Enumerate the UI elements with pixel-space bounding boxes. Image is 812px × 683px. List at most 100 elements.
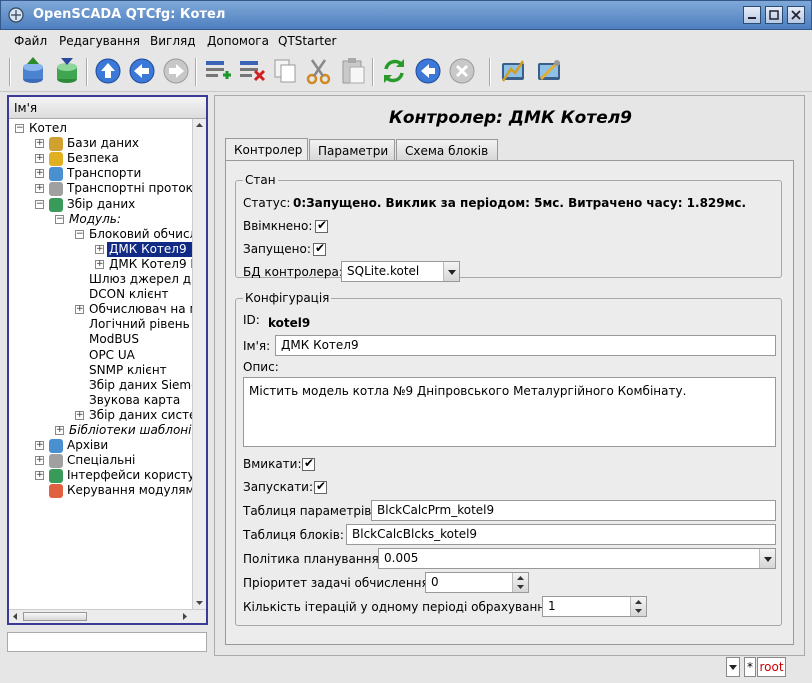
tree-item[interactable]: ModBUS	[87, 332, 192, 347]
expand-icon[interactable]: +	[55, 426, 64, 435]
expand-icon[interactable]: +	[75, 305, 84, 315]
tree-item[interactable]: + Збір даних системи	[75, 408, 206, 423]
priority-spinbox[interactable]: 0	[425, 572, 529, 593]
tree-item[interactable]: − Модуль:	[55, 212, 192, 227]
expand-icon[interactable]: +	[35, 154, 44, 164]
name-field[interactable]: ДМК Котел9	[275, 335, 776, 356]
tree-item[interactable]: −Блоковий обчислювач	[75, 227, 206, 242]
tree-item[interactable]: Шлюз джерел даних	[87, 272, 206, 287]
tree-item[interactable]: + Бази даних	[35, 136, 192, 152]
start-checkbox[interactable]	[314, 479, 327, 494]
menu-view[interactable]: Вигляд	[150, 34, 196, 48]
scroll-left-icon[interactable]	[9, 610, 21, 623]
collapse-icon[interactable]: −	[55, 214, 64, 224]
expand-icon[interactable]: +	[35, 184, 44, 194]
tree-item[interactable]: Логічний рівень	[87, 317, 192, 332]
tree-item[interactable]: SNMP клієнт	[87, 363, 192, 378]
tree-item[interactable]: + Безпека	[35, 151, 192, 167]
scroll-right-icon[interactable]	[179, 610, 191, 623]
tree-item[interactable]: + ДМК Котел9	[95, 241, 192, 257]
refresh-icon[interactable]	[378, 55, 410, 87]
maximize-button[interactable]	[765, 6, 783, 24]
tree-item-label: Логічний рівень	[89, 317, 190, 332]
expand-icon[interactable]: +	[35, 471, 44, 481]
start-icon[interactable]	[412, 55, 444, 87]
paste-icon[interactable]	[337, 55, 369, 87]
menu-file[interactable]: Файл	[14, 34, 47, 48]
chevron-down-icon[interactable]	[759, 549, 775, 568]
minimize-button[interactable]	[743, 6, 761, 24]
controller-db-select[interactable]: SQLite.kotel	[341, 261, 460, 282]
delete-item-icon[interactable]	[235, 55, 267, 87]
param-table-field[interactable]: BlckCalcPrm_kotel9	[371, 500, 776, 521]
tree-item[interactable]: − Збір даних	[35, 197, 192, 212]
running-checkbox[interactable]	[313, 241, 326, 256]
forward-icon[interactable]	[160, 55, 192, 87]
expand-icon[interactable]: +	[35, 169, 44, 179]
spin-arrows-icon[interactable]	[512, 573, 528, 592]
state-group: Стан Статус: 0:Запущено. Виклик за періо…	[235, 173, 782, 282]
status-options-button[interactable]	[726, 657, 740, 677]
tree-vertical-scrollbar[interactable]	[192, 119, 206, 609]
tree-item[interactable]: Керування модулями	[47, 483, 202, 499]
tool2-icon[interactable]	[533, 55, 565, 87]
scroll-down-icon[interactable]	[193, 597, 206, 609]
id-label: ID:	[243, 313, 260, 327]
enable-checkbox[interactable]	[302, 456, 315, 471]
tree-item[interactable]: Звукова карта	[87, 393, 192, 408]
priority-label: Пріоритет задачі обчислення:	[243, 576, 433, 590]
tree-item[interactable]: OPC UA	[87, 348, 192, 363]
tree-search-field[interactable]	[7, 632, 207, 652]
expand-icon[interactable]: +	[95, 259, 104, 269]
tree-item[interactable]: DCON клієнт	[87, 287, 192, 302]
collapse-icon[interactable]: −	[75, 229, 84, 239]
expand-icon[interactable]: +	[75, 410, 84, 420]
up-icon[interactable]	[92, 55, 124, 87]
back-icon[interactable]	[126, 55, 158, 87]
tree-item[interactable]: + Спеціальні	[35, 453, 192, 469]
chevron-down-icon[interactable]	[443, 262, 459, 281]
schedule-select[interactable]: 0.005	[378, 548, 776, 569]
tree-item[interactable]: − Котел	[15, 121, 192, 136]
close-button[interactable]	[787, 6, 805, 24]
spin-arrows-icon[interactable]	[630, 597, 646, 616]
enabled-checkbox[interactable]	[315, 218, 328, 233]
collapse-icon[interactable]: −	[35, 199, 44, 209]
block-table-field[interactable]: BlckCalcBlcks_kotel9	[346, 524, 776, 545]
copy-icon[interactable]	[269, 55, 301, 87]
collapse-icon[interactable]: −	[15, 124, 24, 133]
tree-horizontal-scrollbar[interactable]	[9, 609, 206, 623]
expand-icon[interactable]: +	[35, 456, 44, 466]
db-save-icon[interactable]	[51, 55, 83, 87]
tree-item[interactable]: Збір даних Siemens	[87, 378, 206, 393]
tree-item[interactable]: +ДМК Котел9 Контролер	[95, 257, 206, 272]
cut-icon[interactable]	[303, 55, 335, 87]
iterations-spinbox[interactable]: 1	[542, 596, 647, 617]
tree-item[interactable]: + Транспорти	[35, 166, 192, 182]
tree-item[interactable]: + Архіви	[35, 438, 192, 454]
tree-column-header[interactable]: Ім'я	[9, 97, 206, 119]
tool1-icon[interactable]	[497, 55, 529, 87]
tree-item[interactable]: + Бібліотеки шаблонів:	[55, 423, 203, 438]
tree-item[interactable]: + Інтерфейси користувача	[35, 468, 206, 484]
add-item-icon[interactable]	[201, 55, 233, 87]
menu-qtstarter[interactable]: QTStarter	[278, 34, 336, 48]
user-indicator[interactable]: root	[757, 657, 786, 677]
scroll-up-icon[interactable]	[193, 119, 206, 131]
expand-icon[interactable]: +	[95, 244, 104, 254]
scroll-thumb[interactable]	[23, 612, 87, 621]
description-field[interactable]: Містить модель котла №9 Дніпровського Ме…	[243, 377, 776, 447]
menu-help[interactable]: Допомога	[207, 34, 269, 48]
stop-icon[interactable]	[446, 55, 478, 87]
tab-parameters[interactable]: Параметри	[309, 139, 395, 161]
tree-item[interactable]: + Обчислювач на мові	[75, 302, 206, 317]
config-group: Конфігурація ID: kotel9 Ім'я: ДМК Котел9…	[235, 291, 782, 626]
tab-block-scheme[interactable]: Схема блоків	[396, 139, 498, 161]
tree-item[interactable]: + Транспортні протоколи	[35, 181, 206, 197]
menu-edit[interactable]: Редагування	[59, 34, 140, 48]
expand-icon[interactable]: +	[35, 139, 44, 149]
expand-icon[interactable]: +	[35, 441, 44, 451]
tab-controller[interactable]: Контролер	[225, 138, 308, 162]
db-load-icon[interactable]	[17, 55, 49, 87]
navigation-tree[interactable]: Ім'я − Котел + Бази даних + Безпека + Транспорт…	[7, 95, 208, 625]
